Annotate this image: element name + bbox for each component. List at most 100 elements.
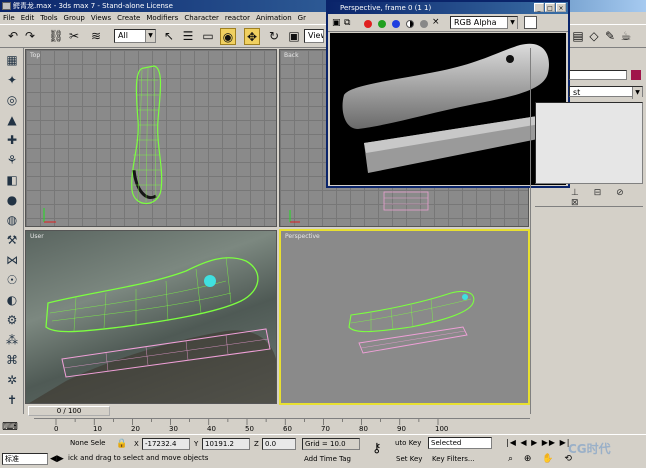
create-shapes-icon[interactable]: ▦ [3,52,21,68]
menu-graph-editors[interactable]: Gr [295,12,309,24]
lock-icon[interactable]: 🔒 [116,438,127,450]
channel-dropdown[interactable]: RGB Alpha ▼ [450,16,518,29]
key-filters-button[interactable]: Key Filters... [432,453,475,465]
track-bar[interactable]: 0 10 20 30 40 50 60 70 80 90 100 [34,418,530,434]
redo-icon[interactable]: ↷ [22,28,38,45]
bind-space-warp-icon[interactable]: ≋ [88,28,104,45]
green-channel-icon[interactable] [378,20,386,28]
add-time-tag-button[interactable]: Add Time Tag [304,453,351,465]
menu-character[interactable]: Character [181,12,222,24]
red-channel-icon[interactable] [364,20,372,28]
reference-coordinate-dropdown[interactable]: View [304,29,324,43]
motion-icon[interactable]: ☉ [3,272,21,288]
rollout-divider [535,206,643,207]
select-object-icon[interactable]: ↖ [161,28,177,45]
tick-90: 90 [397,425,406,433]
playback-controls[interactable]: |◀ ◀ ▶ ▶▶ ▶| [506,437,570,449]
tick-60: 60 [283,425,292,433]
viewport-top[interactable]: Top [25,49,277,227]
status-bar: None Sele 🔒 X -17232.4 Y 10191.2 Z 0.0 G… [0,434,646,468]
torus-icon[interactable]: ◎ [3,92,21,108]
monochrome-icon[interactable] [420,20,428,28]
select-link-icon[interactable]: ⛓ [48,28,64,45]
dynamics-icon[interactable]: ⌘ [3,352,21,368]
key-mode-dropdown[interactable]: Selected [428,437,492,449]
coord-y-field[interactable]: 10191.2 [202,438,250,450]
minimize-icon[interactable]: _ [534,3,544,12]
rectangular-selection-icon[interactable]: ▭ [200,28,216,45]
create-lights-icon[interactable]: ✦ [3,72,21,88]
material-editor-icon[interactable]: ✎ [602,28,618,45]
helper-icon[interactable]: ✚ [3,132,21,148]
viewport-navigation-icons[interactable]: ⌕ ⊕ ✋ ⟲ [508,453,576,465]
select-and-move-icon[interactable]: ✥ [244,28,260,45]
viewport-top-label[interactable]: Top [30,52,40,59]
save-bitmap-icon[interactable]: ▣ [332,18,341,28]
cloth-icon[interactable]: ✲ [3,372,21,388]
particle-icon[interactable]: ⁂ [3,332,21,348]
menu-animation[interactable]: Animation [253,12,295,24]
render-scene-icon[interactable]: ☕ [618,28,634,45]
menu-edit[interactable]: Edit [18,12,38,24]
viewport-user[interactable]: User [25,230,277,404]
user-view-wireframe [29,256,276,403]
viewport-perspective[interactable]: Perspective [279,229,530,405]
coord-x-label: X [134,440,139,448]
playback-mini-icon[interactable]: ◀▶ [50,453,64,465]
layer-manager-icon[interactable]: ▤ [570,28,586,45]
selection-status: None Sele [68,438,114,450]
tick-70: 70 [321,425,330,433]
menu-group[interactable]: Group [61,12,88,24]
cone-icon[interactable]: ▲ [3,112,21,128]
hierarchy-icon[interactable]: ⋈ [3,252,21,268]
object-name-field[interactable] [569,70,627,80]
unlink-icon[interactable]: ✂ [66,28,82,45]
clear-icon[interactable]: × [432,17,440,27]
viewport-back-label[interactable]: Back [284,52,299,59]
coord-z-field[interactable]: 0.0 [262,438,296,450]
auto-key-button[interactable]: uto Key [395,437,421,449]
menu-modifiers[interactable]: Modifiers [143,12,181,24]
maximize-icon[interactable]: □ [545,3,555,12]
set-key-button[interactable]: Set Key [396,453,422,465]
modifier-stack[interactable] [535,102,643,184]
window-crossing-icon[interactable]: ◉ [220,28,236,45]
maxscript-listener[interactable]: 标准 [2,453,48,465]
blue-channel-icon[interactable] [392,20,400,28]
display-icon[interactable]: ◐ [3,292,21,308]
menu-file[interactable]: File [0,12,18,24]
select-by-name-icon[interactable]: ☰ [180,28,196,45]
modifier-list-dropdown[interactable]: st ▼ [569,86,643,99]
timeline-key-icon[interactable]: ⌨ [2,420,18,433]
stack-controls[interactable]: ⊥ ⊟ ⊘ ⊠ [571,188,646,208]
menu-create[interactable]: Create [114,12,143,24]
undo-icon[interactable]: ↶ [5,28,21,45]
systems-icon[interactable]: ⚘ [3,152,21,168]
menu-views[interactable]: Views [88,12,114,24]
select-and-scale-icon[interactable]: ▣ [286,28,302,45]
utilities-icon[interactable]: ⚙ [3,312,21,328]
viewport-user-label[interactable]: User [30,233,44,240]
top-view-wireframe [43,65,163,223]
coord-x-field[interactable]: -17232.4 [142,438,190,450]
selection-filter-dropdown[interactable]: All ▼ [114,29,156,43]
bone-icon[interactable]: ✝ [3,392,21,408]
menu-tools[interactable]: Tools [37,12,60,24]
sphere-icon[interactable]: ● [3,192,21,208]
key-icon[interactable]: ⚷ [372,442,382,455]
color-swatch[interactable] [524,16,537,29]
time-slider[interactable]: 0 / 100 [28,406,110,416]
alpha-channel-icon[interactable] [406,20,414,28]
viewport-perspective-label[interactable]: Perspective [285,233,320,240]
curve-editor-icon[interactable]: ◇ [586,28,602,45]
grid-status: Grid = 10.0 [302,438,360,450]
app-icon[interactable] [2,2,11,10]
object-color-swatch[interactable] [631,70,641,80]
cylinder-icon[interactable]: ◍ [3,212,21,228]
box-icon[interactable]: ◧ [3,172,21,188]
wrench-icon[interactable]: ⚒ [3,232,21,248]
clone-window-icon[interactable]: ⧉ [344,18,350,28]
close-icon[interactable]: × [556,3,566,12]
select-and-rotate-icon[interactable]: ↻ [266,28,282,45]
menu-reactor[interactable]: reactor [222,12,253,24]
